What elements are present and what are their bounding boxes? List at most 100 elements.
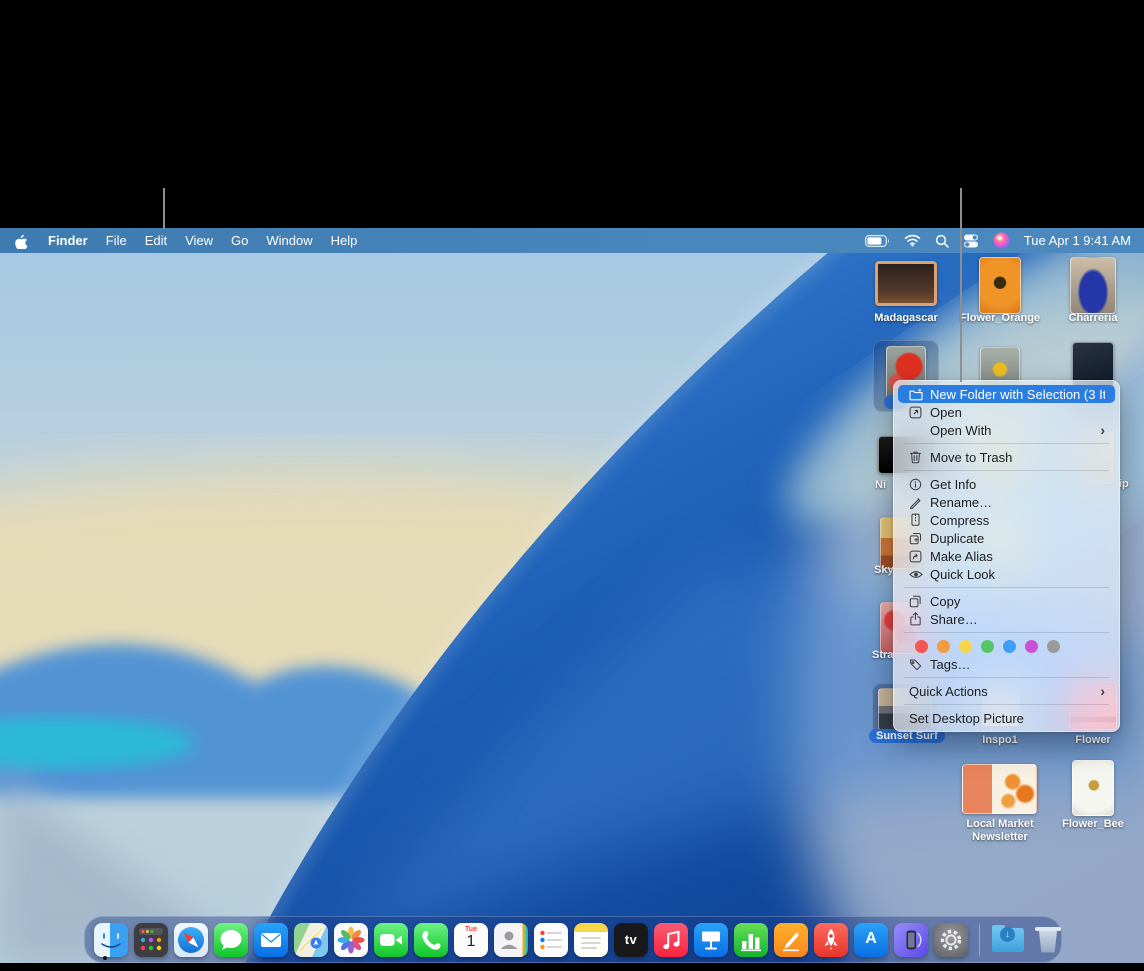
tag-gray-dot[interactable] [1047,640,1060,653]
compress-icon [908,513,923,528]
dock-reminders-icon[interactable] [534,923,568,957]
dock-safari-icon[interactable] [174,923,208,957]
dock-contacts-icon[interactable] [494,923,528,957]
menu-separator [904,587,1109,588]
callout-line-right [960,188,962,382]
menu-item-rename[interactable]: Rename… [898,493,1115,511]
menu-item-get-info[interactable]: Get Info [898,475,1115,493]
menu-item-tags[interactable]: Tags… [898,655,1115,673]
file-label-fragment[interactable]: Ni [875,479,886,491]
dock-app-store-icon[interactable]: A [854,923,888,957]
menu-separator [904,443,1109,444]
menu-separator [904,470,1109,471]
menubar-item-view[interactable]: View [176,233,222,248]
dock-facetime-icon[interactable] [374,923,408,957]
context-menu: New Folder with Selection (3 Items) Open… [893,380,1120,732]
menubar-item-help[interactable]: Help [322,233,367,248]
file-thumbnail-flower-orange[interactable] [979,257,1021,314]
apple-menu-icon[interactable] [14,233,29,249]
eye-icon [908,567,923,582]
alias-icon [908,549,923,564]
menu-item-share[interactable]: Share… [898,610,1115,628]
file-label[interactable]: Local Market Newsletter [958,818,1042,843]
menu-item-quick-actions[interactable]: Quick Actions › [898,682,1115,700]
dock-separator [979,924,980,956]
menubar-item-edit[interactable]: Edit [136,233,176,248]
control-center-icon[interactable] [963,234,979,248]
open-icon [908,405,923,420]
dock-tv-icon[interactable]: tv [614,923,648,957]
copy-icon [908,594,923,609]
dock-keynote-icon[interactable] [694,923,728,957]
wifi-icon[interactable] [904,234,921,247]
menu-item-duplicate[interactable]: Duplicate [898,529,1115,547]
siri-icon[interactable] [993,232,1010,249]
calendar-day-number: 1 [454,933,488,951]
menubar-item-file[interactable]: File [97,233,136,248]
dock: Tue 1 tv A [84,916,1062,963]
file-label-fragment[interactable]: Stra [872,649,893,661]
menu-separator [904,677,1109,678]
menu-item-move-to-trash[interactable]: Move to Trash [898,448,1115,466]
file-label[interactable]: Flower_Bee [1033,818,1144,830]
file-label[interactable]: Charreria [1033,312,1144,324]
duplicate-icon [908,531,923,546]
tag-orange-dot[interactable] [937,640,950,653]
dock-downloads-icon[interactable]: ↓ [991,923,1025,957]
tag-red-dot[interactable] [915,640,928,653]
menu-item-set-desktop-picture[interactable]: Set Desktop Picture [898,709,1115,727]
menu-item-make-alias[interactable]: Make Alias [898,547,1115,565]
trash-icon [908,450,923,465]
dock-trash-icon[interactable] [1031,923,1065,957]
dock-iphone-mirroring-icon[interactable] [894,923,928,957]
menu-item-compress[interactable]: Compress [898,511,1115,529]
file-thumbnail-charreria[interactable] [1070,257,1116,314]
dock-music-icon[interactable] [654,923,688,957]
dock-maps-icon[interactable] [294,923,328,957]
menubar-clock[interactable]: Tue Apr 1 9:41 AM [1024,233,1131,248]
menubar-item-finder[interactable]: Finder [39,233,97,248]
dock-launchpad-icon[interactable] [134,923,168,957]
tag-green-dot[interactable] [981,640,994,653]
menubar-item-go[interactable]: Go [222,233,257,248]
dock-notes-icon[interactable] [574,923,608,957]
menu-separator [904,704,1109,705]
menu-item-copy[interactable]: Copy [898,592,1115,610]
dock-mail-icon[interactable] [254,923,288,957]
dock-phone-icon[interactable] [414,923,448,957]
tag-yellow-dot[interactable] [959,640,972,653]
file-thumbnail-madagascar[interactable] [875,261,937,306]
dock-finder-icon[interactable] [94,923,128,957]
file-label[interactable]: Flower [1053,734,1133,746]
dock-messages-icon[interactable] [214,923,248,957]
new-folder-icon [908,387,923,402]
dock-photos-icon[interactable] [334,923,368,957]
submenu-chevron-icon: › [1100,422,1105,438]
menubar-item-window[interactable]: Window [257,233,321,248]
battery-icon[interactable] [865,235,890,247]
file-label-fragment[interactable]: Sky [874,564,894,576]
info-icon [908,477,923,492]
menu-separator [904,632,1109,633]
search-icon[interactable] [935,234,949,248]
file-label[interactable]: Inspo1 [960,734,1040,746]
finder-running-indicator [103,956,107,960]
file-thumbnail-newsletter[interactable] [962,764,1037,814]
dock-pages-icon[interactable] [774,923,808,957]
file-thumbnail-flower-bee[interactable] [1072,760,1114,816]
menu-item-quick-look[interactable]: Quick Look [898,565,1115,583]
file-label-fragment[interactable]: ip [1119,478,1129,490]
tag-purple-dot[interactable] [1025,640,1038,653]
dock-rocket-icon[interactable] [814,923,848,957]
menu-item-open-with[interactable]: Open With › [898,421,1115,439]
tag-icon [908,657,923,672]
menu-item-open[interactable]: Open [898,403,1115,421]
tag-blue-dot[interactable] [1003,640,1016,653]
menu-item-new-folder-with-selection[interactable]: New Folder with Selection (3 Items) [898,385,1115,403]
dock-calendar-icon[interactable]: Tue 1 [454,923,488,957]
share-icon [908,612,923,627]
dock-system-settings-icon[interactable] [934,923,968,957]
dock-numbers-icon[interactable] [734,923,768,957]
app-store-letter: A [854,930,888,948]
download-arrow-icon: ↓ [1000,927,1015,942]
